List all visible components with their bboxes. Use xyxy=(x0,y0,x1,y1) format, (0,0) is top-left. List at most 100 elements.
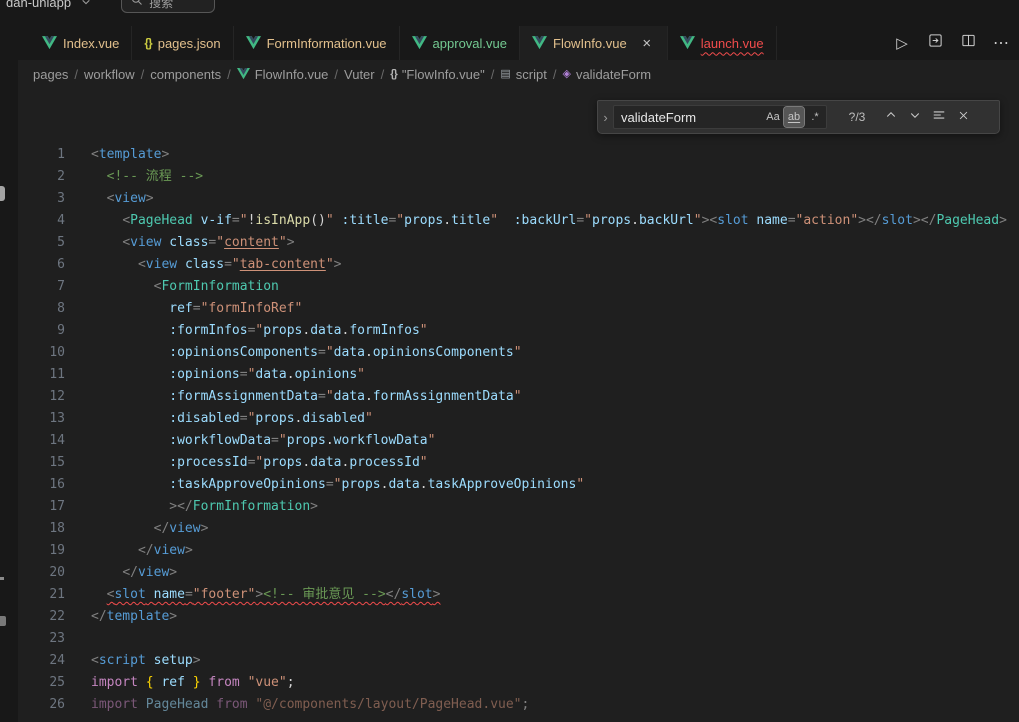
title-bar: dan-uniapp 搜索 xyxy=(0,0,1019,15)
vue-icon xyxy=(42,36,57,50)
code-text: </view> xyxy=(65,562,177,584)
vue-icon xyxy=(412,36,427,50)
find-close-button[interactable] xyxy=(952,106,974,128)
find-input-box: Aa ab .* xyxy=(613,105,827,129)
run-button[interactable]: ▷ xyxy=(892,32,912,54)
code-line-9[interactable]: 9 :formInfos="props.data.formInfos" xyxy=(18,320,1019,342)
breadcrumb-item-components[interactable]: components xyxy=(150,67,221,82)
line-number[interactable]: 4 xyxy=(18,210,65,232)
code-line-4[interactable]: 4 <PageHead v-if="!isInApp()" :title="pr… xyxy=(18,210,1019,232)
code-text: import { ref } from "vue"; xyxy=(65,672,295,694)
find-input[interactable] xyxy=(621,110,763,125)
tab-label: pages.json xyxy=(158,36,221,51)
line-number[interactable]: 3 xyxy=(18,188,65,210)
line-number[interactable]: 18 xyxy=(18,518,65,540)
tab-launch-vue[interactable]: launch.vue xyxy=(668,26,777,60)
line-number[interactable]: 22 xyxy=(18,606,65,628)
code-line-6[interactable]: 6 <view class="tab-content"> xyxy=(18,254,1019,276)
code-line-3[interactable]: 3 <view> xyxy=(18,188,1019,210)
breadcrumb-item-flowinfo-vue[interactable]: FlowInfo.vue xyxy=(237,67,329,82)
line-number[interactable]: 16 xyxy=(18,474,65,496)
code-line-23[interactable]: 23 xyxy=(18,628,1019,650)
tab-approval-vue[interactable]: approval.vue xyxy=(400,26,520,60)
line-number[interactable]: 9 xyxy=(18,320,65,342)
breadcrumb-item-script[interactable]: ▤script xyxy=(500,67,546,82)
tab-flowinfo-vue[interactable]: FlowInfo.vue× xyxy=(520,26,668,60)
line-number[interactable]: 11 xyxy=(18,364,65,386)
line-number[interactable]: 8 xyxy=(18,298,65,320)
vue-icon xyxy=(237,68,250,80)
line-number[interactable]: 5 xyxy=(18,232,65,254)
line-number[interactable]: 20 xyxy=(18,562,65,584)
split-editor-button[interactable] xyxy=(958,32,978,54)
open-changes-button[interactable] xyxy=(925,32,945,54)
code-text: :opinions="data.opinions" xyxy=(65,364,365,386)
breadcrumb-separator: / xyxy=(381,67,385,82)
code-line-21[interactable]: 21 <slot name="footer"><!-- 审批意见 --></sl… xyxy=(18,584,1019,606)
line-number[interactable]: 25 xyxy=(18,672,65,694)
code-line-5[interactable]: 5 <view class="content"> xyxy=(18,232,1019,254)
tab-pages-json[interactable]: {} pages.json xyxy=(132,26,233,60)
code-line-2[interactable]: 2 <!-- 流程 --> xyxy=(18,166,1019,188)
find-previous-button[interactable] xyxy=(880,106,902,128)
close-icon[interactable]: × xyxy=(639,36,655,51)
line-number[interactable]: 26 xyxy=(18,694,65,716)
json-icon: {} xyxy=(144,36,151,50)
code-line-12[interactable]: 12 :formAssignmentData="data.formAssignm… xyxy=(18,386,1019,408)
line-number[interactable]: 6 xyxy=(18,254,65,276)
line-number[interactable]: 24 xyxy=(18,650,65,672)
code-line-11[interactable]: 11 :opinions="data.opinions" xyxy=(18,364,1019,386)
code-line-13[interactable]: 13 :disabled="props.disabled" xyxy=(18,408,1019,430)
line-number[interactable]: 17 xyxy=(18,496,65,518)
code-editor[interactable]: › Aa ab .* ?/3 xyxy=(18,88,1019,722)
breadcrumb-item-workflow[interactable]: workflow xyxy=(84,67,135,82)
breadcrumb-label: "FlowInfo.vue" xyxy=(402,67,485,82)
code-line-10[interactable]: 10 :opinionsComponents="data.opinionsCom… xyxy=(18,342,1019,364)
chevron-right-icon: › xyxy=(603,110,607,125)
code-line-1[interactable]: 1<template> xyxy=(18,144,1019,166)
code-line-22[interactable]: 22</template> xyxy=(18,606,1019,628)
match-case-button[interactable]: Aa xyxy=(763,107,783,127)
line-number[interactable]: 15 xyxy=(18,452,65,474)
breadcrumb-label: pages xyxy=(33,67,68,82)
code-line-15[interactable]: 15 :processId="props.data.processId" xyxy=(18,452,1019,474)
toggle-replace-button[interactable]: › xyxy=(598,101,613,133)
code-line-18[interactable]: 18 </view> xyxy=(18,518,1019,540)
code-line-20[interactable]: 20 </view> xyxy=(18,562,1019,584)
line-number[interactable]: 21 xyxy=(18,584,65,606)
project-menu-button[interactable] xyxy=(81,0,91,11)
vue-icon xyxy=(246,36,261,50)
line-number[interactable]: 13 xyxy=(18,408,65,430)
code-line-19[interactable]: 19 </view> xyxy=(18,540,1019,562)
line-number[interactable]: 23 xyxy=(18,628,65,650)
code-line-25[interactable]: 25import { ref } from "vue"; xyxy=(18,672,1019,694)
line-number[interactable]: 14 xyxy=(18,430,65,452)
command-center-search[interactable]: 搜索 xyxy=(121,0,215,13)
tab-index-vue[interactable]: Index.vue xyxy=(30,26,132,60)
whole-word-button[interactable]: ab xyxy=(784,107,804,127)
breadcrumb-item--flowinfo-vue-[interactable]: {}"FlowInfo.vue" xyxy=(390,67,485,82)
tab-forminformation-vue[interactable]: FormInformation.vue xyxy=(234,26,400,60)
more-actions-button[interactable]: ⋯ xyxy=(991,32,1011,54)
line-number[interactable]: 19 xyxy=(18,540,65,562)
code-line-14[interactable]: 14 :workflowData="props.workflowData" xyxy=(18,430,1019,452)
breadcrumb-separator: / xyxy=(74,67,78,82)
find-next-button[interactable] xyxy=(904,106,926,128)
code-line-7[interactable]: 7 <FormInformation xyxy=(18,276,1019,298)
code-line-16[interactable]: 16 :taskApproveOpinions="props.data.task… xyxy=(18,474,1019,496)
line-number[interactable]: 1 xyxy=(18,144,65,166)
code-line-17[interactable]: 17 ></FormInformation> xyxy=(18,496,1019,518)
breadcrumb-item-validateform[interactable]: ◈validateForm xyxy=(562,67,651,82)
breadcrumb-item-pages[interactable]: pages xyxy=(33,67,68,82)
code-line-24[interactable]: 24<script setup> xyxy=(18,650,1019,672)
find-in-selection-button[interactable] xyxy=(928,106,950,128)
line-number[interactable]: 10 xyxy=(18,342,65,364)
code-line-8[interactable]: 8 ref="formInfoRef" xyxy=(18,298,1019,320)
code-line-26[interactable]: 26import PageHead from "@/components/lay… xyxy=(18,694,1019,716)
line-number[interactable]: 2 xyxy=(18,166,65,188)
code-text: import PageHead from "@/components/layou… xyxy=(65,694,529,716)
breadcrumb-item-vuter[interactable]: Vuter xyxy=(344,67,375,82)
line-number[interactable]: 7 xyxy=(18,276,65,298)
regex-button[interactable]: .* xyxy=(805,107,825,127)
line-number[interactable]: 12 xyxy=(18,386,65,408)
